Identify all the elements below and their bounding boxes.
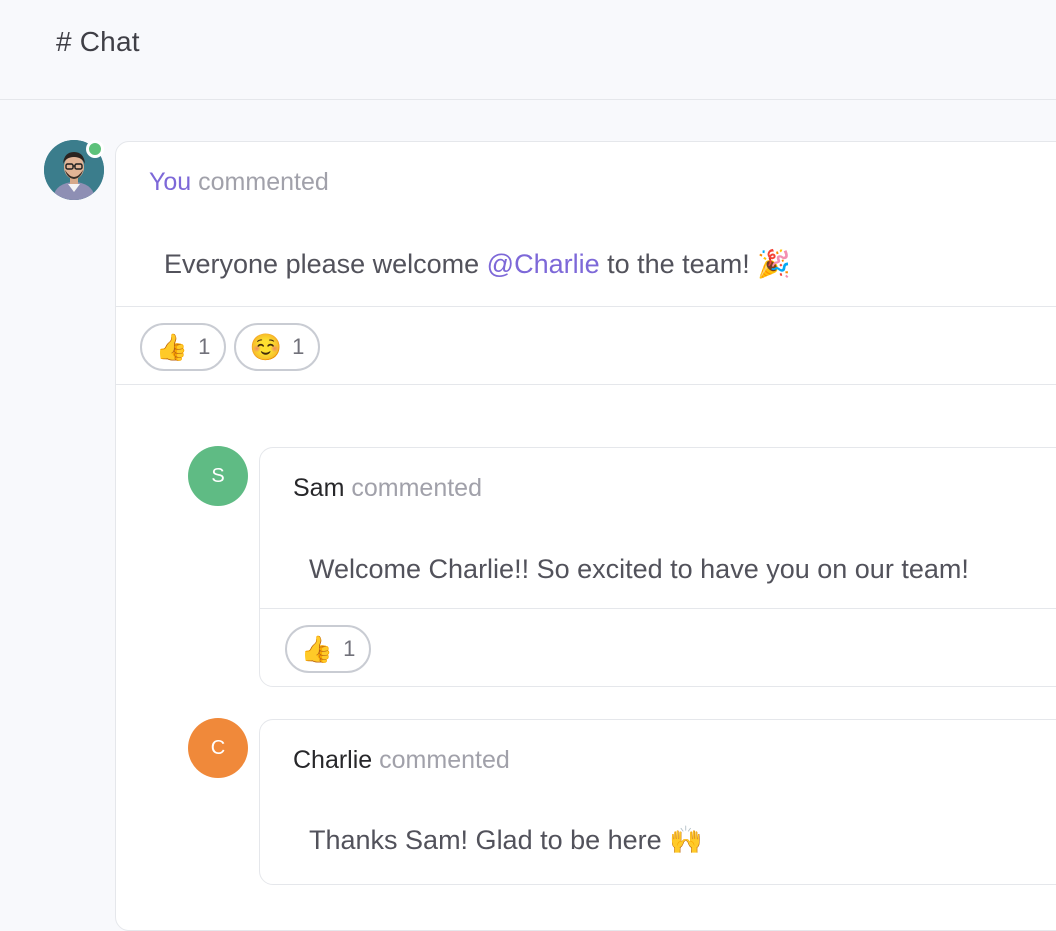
- reaction-count: 1: [292, 334, 305, 359]
- comment-author[interactable]: Charlie: [293, 746, 372, 774]
- avatar-initial: C: [210, 736, 226, 759]
- reply-card: Sam commented Welcome Charlie!! So excit…: [259, 447, 1056, 687]
- comment-author[interactable]: You: [149, 168, 191, 196]
- online-status-dot: [86, 140, 104, 158]
- thumbs-up-icon: 👍: [300, 634, 334, 664]
- reply-header: Sam commented: [293, 474, 482, 503]
- reaction-count: 1: [198, 334, 211, 359]
- avatar-initial: S: [211, 464, 225, 487]
- divider: [116, 384, 1056, 385]
- smiling-face-icon: ☺️: [249, 332, 283, 362]
- thumbs-up-icon: 👍: [155, 332, 189, 362]
- mention-link[interactable]: @Charlie: [487, 249, 600, 279]
- channel-header: # Chat: [0, 0, 1056, 100]
- avatar-charlie[interactable]: C: [188, 718, 248, 778]
- reaction-thumbs-up-button[interactable]: 👍 1: [285, 625, 371, 673]
- reply-message: Thanks Sam! Glad to be here 🙌: [309, 825, 703, 855]
- message-text-prefix: Everyone please welcome: [164, 249, 487, 279]
- divider: [116, 306, 1056, 307]
- comment-message: Everyone please welcome @Charlie to the …: [164, 248, 791, 280]
- comment-verb: commented: [379, 746, 510, 774]
- reply-header: Charlie commented: [293, 746, 510, 775]
- channel-title: # Chat: [56, 26, 140, 57]
- comment-header: You commented: [149, 168, 329, 197]
- reaction-count: 1: [343, 636, 356, 661]
- reaction-smile-button[interactable]: ☺️ 1: [234, 323, 320, 371]
- reply-card: Charlie commented Thanks Sam! Glad to be…: [259, 719, 1056, 885]
- comment-verb: commented: [198, 168, 329, 196]
- comment-verb: commented: [351, 474, 482, 502]
- avatar-sam[interactable]: S: [188, 446, 248, 506]
- reaction-thumbs-up-button[interactable]: 👍 1: [140, 323, 226, 371]
- divider: [260, 608, 1056, 609]
- comment-author[interactable]: Sam: [293, 474, 344, 502]
- reply-message: Welcome Charlie!! So excited to have you…: [309, 554, 969, 584]
- message-text-suffix: to the team! 🎉: [599, 249, 791, 279]
